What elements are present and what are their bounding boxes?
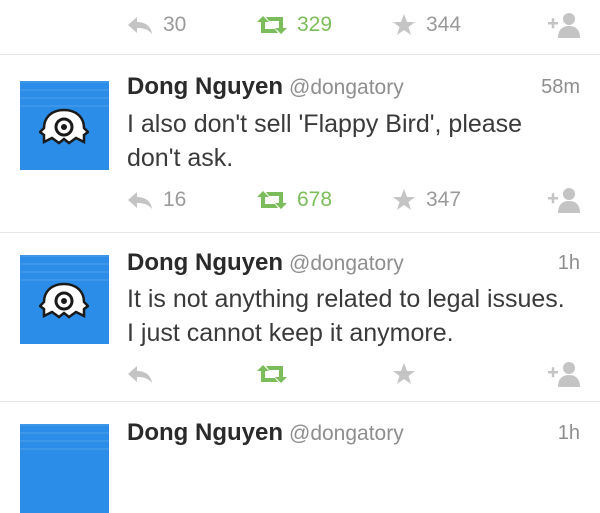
author-handle[interactable]: @dongatory bbox=[289, 422, 404, 446]
retweet-button[interactable] bbox=[257, 357, 287, 391]
favorite-count: 344 bbox=[426, 13, 462, 36]
retweet-icon bbox=[257, 16, 287, 34]
author-name[interactable]: Dong Nguyen bbox=[127, 249, 283, 277]
follow-button[interactable] bbox=[546, 8, 582, 42]
favorite-count: 347 bbox=[426, 188, 462, 211]
retweet-count: 678 bbox=[297, 188, 333, 211]
tweet-text: It is not anything related to legal issu… bbox=[127, 285, 565, 347]
author-handle[interactable]: @dongatory bbox=[289, 76, 404, 100]
favorite-button[interactable]: 347 bbox=[392, 183, 461, 217]
author-handle[interactable]: @dongatory bbox=[289, 252, 404, 276]
author-name[interactable]: Dong Nguyen bbox=[127, 419, 283, 447]
tweet-text: I also don't sell 'Flappy Bird', please … bbox=[127, 110, 523, 172]
reply-button[interactable]: 30 bbox=[127, 8, 186, 42]
tweet-header: Dong Nguyen @dongatory 1h bbox=[127, 249, 580, 277]
reply-button[interactable]: 16 bbox=[127, 183, 186, 217]
retweet-icon bbox=[257, 191, 287, 209]
timestamp[interactable]: 1h bbox=[558, 422, 580, 445]
star-icon bbox=[393, 363, 415, 384]
reply-count: 16 bbox=[163, 188, 187, 211]
retweet-count: 329 bbox=[297, 13, 333, 36]
reply-icon bbox=[128, 17, 152, 34]
reply-icon bbox=[128, 192, 152, 209]
favorite-button[interactable]: 344 bbox=[392, 8, 461, 42]
tweet-item[interactable]: Dong Nguyen @dongatory 1h It is not anyt… bbox=[0, 233, 600, 402]
favorite-button[interactable] bbox=[392, 357, 416, 391]
reply-icon bbox=[128, 366, 152, 383]
timestamp[interactable]: 1h bbox=[558, 252, 580, 275]
ghost-avatar-icon bbox=[39, 108, 89, 145]
follow-icon bbox=[548, 362, 580, 387]
reply-count: 30 bbox=[163, 13, 187, 36]
timestamp[interactable]: 58m bbox=[541, 76, 580, 99]
follow-icon bbox=[548, 13, 580, 38]
tweet-item[interactable]: Dong Nguyen @dongatory 1h bbox=[0, 402, 600, 513]
star-icon bbox=[393, 189, 415, 210]
avatar[interactable] bbox=[20, 424, 109, 513]
retweet-button[interactable]: 329 bbox=[257, 8, 332, 42]
tweet-actions: 16 678 347 bbox=[127, 183, 582, 217]
tweet-actions: 30 329 344 bbox=[127, 8, 582, 42]
avatar[interactable] bbox=[20, 255, 109, 344]
timeline-feed: 30 329 344 Dong Nguyen @dongatory 58m I … bbox=[0, 0, 600, 513]
tweet-actions bbox=[127, 357, 582, 391]
retweet-icon bbox=[257, 365, 287, 383]
ghost-avatar-icon bbox=[39, 282, 89, 319]
avatar[interactable] bbox=[20, 81, 109, 170]
tweet-item[interactable]: 30 329 344 bbox=[0, 0, 600, 55]
tweet-item[interactable]: Dong Nguyen @dongatory 58m I also don't … bbox=[0, 55, 600, 233]
follow-button[interactable] bbox=[546, 357, 582, 391]
author-name[interactable]: Dong Nguyen bbox=[127, 73, 283, 101]
follow-button[interactable] bbox=[546, 183, 582, 217]
reply-button[interactable] bbox=[127, 357, 153, 391]
retweet-button[interactable]: 678 bbox=[257, 183, 332, 217]
tweet-header: Dong Nguyen @dongatory 58m bbox=[127, 73, 580, 101]
follow-icon bbox=[548, 188, 580, 213]
tweet-header: Dong Nguyen @dongatory 1h bbox=[127, 419, 580, 447]
star-icon bbox=[393, 14, 415, 35]
